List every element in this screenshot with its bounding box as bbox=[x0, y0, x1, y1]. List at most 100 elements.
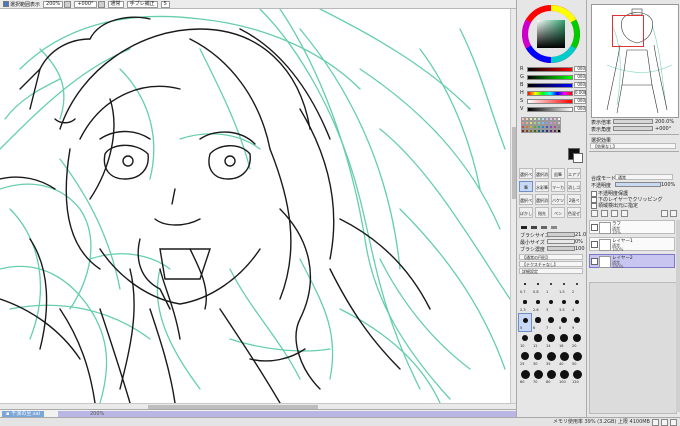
brush-size-preset[interactable]: 2 bbox=[571, 278, 583, 295]
brush-size-preset[interactable]: 60 bbox=[519, 368, 531, 385]
slider-value[interactable]: 000 bbox=[574, 106, 586, 112]
color-swatch-grid[interactable] bbox=[521, 117, 561, 133]
brush-size-preset[interactable]: 20 bbox=[571, 332, 583, 349]
tool-button[interactable]: バケツ bbox=[551, 194, 565, 205]
tool-button[interactable]: 選択消し bbox=[535, 168, 549, 188]
zoom-slider[interactable] bbox=[613, 119, 653, 124]
visibility-eye-icon[interactable] bbox=[591, 241, 598, 248]
brush-size-preset[interactable]: 7 bbox=[545, 314, 557, 331]
toolbar-item[interactable]: 手ブレ補正 bbox=[126, 0, 158, 8]
navigator-preview[interactable] bbox=[591, 4, 679, 118]
tool-button[interactable]: 選択ペン bbox=[519, 168, 533, 188]
visibility-eye-icon[interactable] bbox=[591, 224, 598, 231]
min-size-slider[interactable] bbox=[547, 239, 575, 244]
stepper-icon[interactable] bbox=[97, 0, 105, 8]
brush-size-preset[interactable]: 120 bbox=[571, 368, 583, 385]
texture-select[interactable]: 【テクスチャなし】 bbox=[519, 261, 583, 267]
brush-size-preset[interactable]: 0.7 bbox=[519, 278, 531, 295]
advanced-settings-toggle[interactable]: 詳細設定 bbox=[519, 268, 583, 274]
tool-button[interactable]: マーカー bbox=[551, 181, 565, 201]
brush-size-preset[interactable]: 8 bbox=[558, 314, 570, 331]
effect-select[interactable]: 【効果なし】 bbox=[590, 143, 676, 149]
stepper-icon[interactable] bbox=[64, 0, 72, 8]
toolbar-item[interactable]: 200% bbox=[43, 0, 72, 8]
brush-size-preset[interactable]: 5 bbox=[518, 313, 532, 332]
brush-size-preset[interactable]: 3.5 bbox=[558, 296, 570, 313]
color-slider-g[interactable] bbox=[527, 75, 573, 80]
brush-size-preset[interactable]: 80 bbox=[545, 368, 557, 385]
new-folder-icon[interactable] bbox=[601, 210, 608, 217]
layer-row[interactable]: レイヤー2 通常 100% bbox=[589, 254, 675, 269]
new-layer-icon[interactable] bbox=[591, 210, 598, 217]
detect-source-row[interactable]: 領域検出元に指定 bbox=[591, 202, 638, 209]
tool-button[interactable]: ぼかし bbox=[519, 207, 533, 218]
toolbar-item[interactable]: +000° bbox=[74, 0, 105, 8]
tool-button[interactable]: エアブラシ bbox=[567, 168, 581, 188]
brush-size-preset[interactable]: 12 bbox=[532, 332, 544, 349]
slider-value[interactable]: 000 bbox=[574, 66, 586, 72]
brush-size-preset[interactable]: 16 bbox=[558, 332, 570, 349]
color-wheel[interactable] bbox=[522, 5, 580, 63]
delete-layer-icon[interactable] bbox=[621, 210, 628, 217]
brush-size-preset[interactable]: 2.6 bbox=[532, 296, 544, 313]
merge-down-icon[interactable] bbox=[661, 210, 668, 217]
layer-row[interactable]: ラフ 通常 10% bbox=[589, 220, 675, 235]
visibility-eye-icon[interactable] bbox=[591, 258, 598, 265]
tool-button[interactable]: 指先 bbox=[535, 207, 549, 218]
copy-layer-icon[interactable] bbox=[611, 210, 618, 217]
brush-size-preset[interactable]: 10 bbox=[519, 332, 531, 349]
tool-button[interactable]: 選択消し bbox=[535, 194, 549, 214]
color-slider-b[interactable] bbox=[527, 83, 573, 88]
brush-size-preset[interactable]: 1.5 bbox=[558, 278, 570, 295]
brush-size-preset[interactable]: 0.8 bbox=[532, 278, 544, 295]
background-color[interactable] bbox=[573, 153, 583, 163]
brush-size-preset[interactable]: 30 bbox=[532, 350, 544, 367]
tool-button[interactable]: 鉛筆 bbox=[551, 168, 565, 179]
checkbox[interactable] bbox=[591, 202, 597, 209]
brush-size-preset[interactable]: 1 bbox=[545, 278, 557, 295]
toolbar-item[interactable]: 選択範囲表示 bbox=[3, 1, 40, 8]
tool-button[interactable]: 筆 bbox=[519, 181, 533, 192]
color-slider-r[interactable] bbox=[527, 67, 573, 72]
layer-row[interactable]: レイヤー1 通常 100% bbox=[589, 237, 675, 252]
layer-scrollbar[interactable] bbox=[676, 220, 680, 412]
brush-size-preset[interactable]: 14 bbox=[545, 332, 557, 349]
clear-layer-icon[interactable] bbox=[670, 210, 677, 217]
brush-size-preset[interactable]: 6 bbox=[532, 314, 544, 331]
color-slider-h[interactable] bbox=[527, 91, 573, 96]
brush-size-preset[interactable]: 35 bbox=[545, 350, 557, 367]
slider-value[interactable]: 000 bbox=[574, 98, 586, 104]
slider-value[interactable]: 000 bbox=[574, 82, 586, 88]
brush-size-preset[interactable]: 70 bbox=[532, 368, 544, 385]
brush-size-preset[interactable]: 40 bbox=[558, 350, 570, 367]
brush-size-preset[interactable]: 3 bbox=[545, 296, 557, 313]
tool-button[interactable]: 2値ペン bbox=[567, 194, 581, 214]
toolbar-item[interactable]: 通常 bbox=[107, 0, 124, 8]
blend-mode-select[interactable]: 通常 bbox=[615, 174, 673, 180]
brush-shape-icon[interactable] bbox=[521, 226, 527, 229]
slider-value[interactable]: 0.000 bbox=[574, 90, 586, 96]
brush-size-preset[interactable]: 50 bbox=[571, 350, 583, 367]
color-slider-v[interactable] bbox=[527, 107, 573, 112]
tool-button[interactable]: 色混ぜ bbox=[567, 207, 581, 218]
color-slider-s[interactable] bbox=[527, 99, 573, 104]
brush-shape-icon[interactable] bbox=[531, 226, 537, 229]
color-swatch[interactable] bbox=[557, 129, 561, 133]
brush-size-preset[interactable]: 2.3 bbox=[519, 296, 531, 313]
tool-button[interactable]: 消しゴム bbox=[567, 181, 581, 201]
density-slider[interactable] bbox=[547, 246, 575, 251]
navigator-viewport[interactable] bbox=[612, 15, 644, 47]
tool-button[interactable]: ペン bbox=[551, 207, 565, 218]
angle-slider[interactable] bbox=[613, 126, 653, 131]
tool-button[interactable]: 水彩筆 bbox=[535, 181, 549, 192]
brush-shape-select[interactable]: 【通常の円形】 bbox=[519, 254, 583, 260]
drawing-canvas[interactable] bbox=[0, 9, 516, 403]
brush-size-preset[interactable]: 25 bbox=[519, 350, 531, 367]
brush-shape-icon[interactable] bbox=[541, 226, 547, 229]
brush-shape-icon[interactable] bbox=[551, 226, 557, 229]
slider-value[interactable]: 000 bbox=[574, 74, 586, 80]
brush-size-slider[interactable] bbox=[547, 232, 575, 237]
brush-size-preset[interactable]: 9 bbox=[571, 314, 583, 331]
brush-size-preset[interactable]: 100 bbox=[558, 368, 570, 385]
brush-size-preset[interactable]: 4 bbox=[571, 296, 583, 313]
